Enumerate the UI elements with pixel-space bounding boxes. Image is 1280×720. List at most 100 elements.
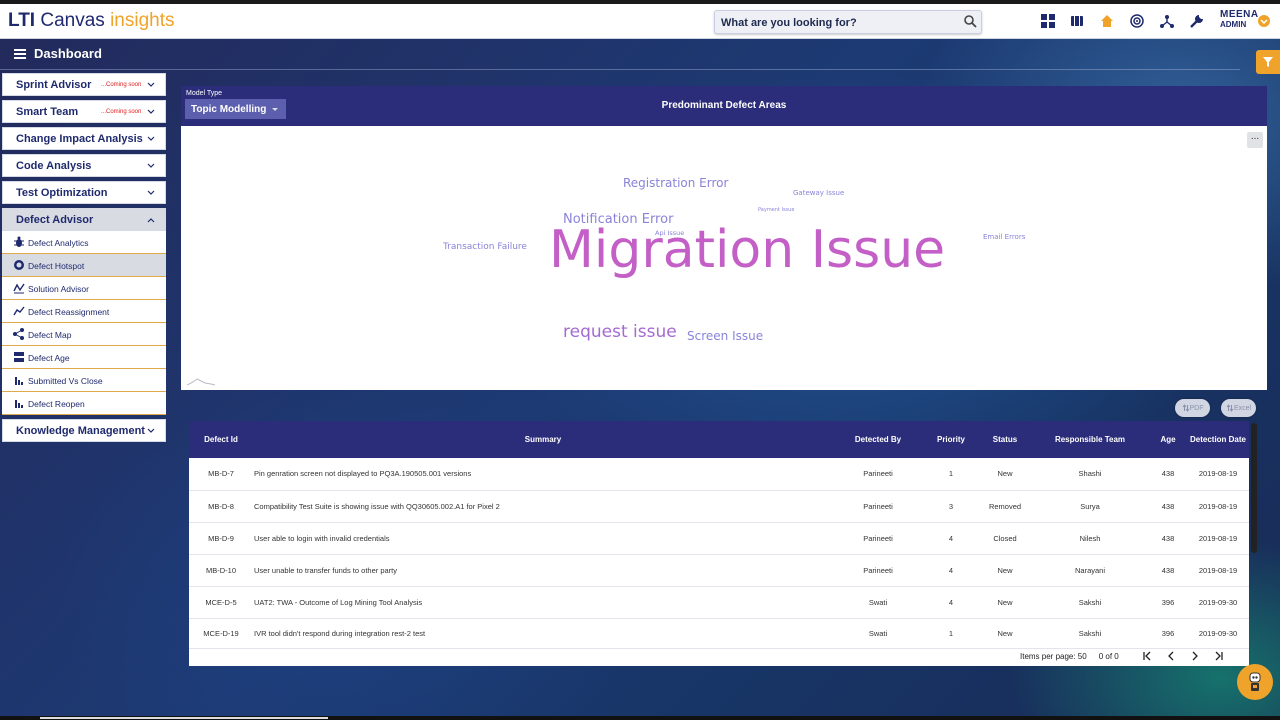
cell-responsible-team: Shashi (1078, 469, 1102, 479)
app-logo[interactable]: LTI Canvas insights (8, 10, 175, 32)
brand-canvas: Canvas (40, 10, 105, 31)
hamburger-menu-icon[interactable] (14, 48, 26, 59)
cell-priority: 4 (948, 565, 954, 575)
search-input[interactable] (719, 13, 963, 33)
chevron-up-icon (147, 218, 155, 223)
table-row[interactable]: MB-D-10 User unable to transfer funds to… (189, 554, 1249, 586)
items-per-page-label: Items per page: 50 (1020, 651, 1087, 661)
more-options-button[interactable]: ... (1247, 132, 1263, 148)
cell-status: New (997, 565, 1013, 575)
cell-priority: 1 (948, 469, 954, 479)
table-row[interactable]: MB-D-9 User able to login with invalid c… (189, 522, 1249, 554)
sidebar-item-label: Change Impact Analysis (16, 133, 143, 145)
column-header[interactable]: Detection Date (1187, 421, 1249, 458)
sidebar-subitem-defect-age[interactable]: Defect Age (2, 346, 166, 369)
sidebar-subitem-label: Solution Advisor (28, 284, 89, 294)
first-page-icon (1143, 651, 1151, 661)
sidebar-subitem-defect-map[interactable]: Defect Map (2, 323, 166, 346)
sidebar-item-test-optimization[interactable]: Test Optimization (2, 181, 166, 204)
export-pdf-button[interactable]: PDF (1175, 399, 1210, 417)
cell-detection-date: 2019-08-19 (1198, 565, 1238, 575)
filter-button[interactable] (1256, 50, 1280, 74)
table-header-row: Defect Id Summary Detected By Priority S… (189, 421, 1249, 458)
chatbot-button[interactable] (1237, 664, 1273, 700)
sidebar-subitem-solution-advisor[interactable]: Solution Advisor (2, 277, 166, 300)
cell-detection-date: 2019-09-30 (1198, 628, 1238, 638)
table-row[interactable]: MB-D-7 Pin genration screen not displaye… (189, 458, 1249, 490)
next-page-button[interactable] (1187, 650, 1203, 662)
sidebar-item-defect-advisor[interactable]: Defect Advisor (2, 208, 166, 231)
sidebar-item-smart-team[interactable]: Smart Team ...Coming soon (2, 100, 166, 123)
cell-defect-id: MB-D-7 (208, 469, 234, 479)
cell-priority: 3 (948, 501, 954, 511)
sidebar-subitem-label: Defect Reopen (28, 399, 85, 409)
network-icon[interactable] (1157, 11, 1177, 31)
sidebar-item-change-impact-analysis[interactable]: Change Impact Analysis (2, 127, 166, 150)
sidebar-item-knowledge-management[interactable]: Knowledge Management (2, 419, 166, 442)
cell-status: Removed (988, 501, 1022, 511)
window-bottom-bar (0, 716, 1280, 720)
chevron-down-icon (147, 163, 155, 168)
sidebar-subitem-defect-reassignment[interactable]: Defect Reassignment (2, 300, 166, 323)
column-header[interactable]: Responsible Team (1031, 421, 1149, 458)
page-range: 0 of 0 (1098, 651, 1119, 661)
cell-status: New (997, 628, 1013, 638)
table-scrollbar[interactable] (1251, 423, 1257, 553)
sidebar-subitem-label: Defect Analytics (28, 238, 89, 248)
sidebar-subitem-submitted-vs-close[interactable]: Submitted Vs Close (2, 369, 166, 392)
table-row[interactable]: MB-D-8 Compatibility Test Suite is showi… (189, 490, 1249, 522)
home-icon[interactable] (1097, 11, 1117, 31)
column-header[interactable]: Defect Id (189, 421, 253, 458)
export-excel-button[interactable]: Excel (1221, 399, 1256, 417)
last-page-button[interactable] (1211, 650, 1227, 662)
sidebar-item-sprint-advisor[interactable]: Sprint Advisor ...Coming soon (2, 73, 166, 96)
sidebar-item-code-analysis[interactable]: Code Analysis (2, 154, 166, 177)
cell-age: 438 (1161, 469, 1175, 479)
search-icon[interactable] (963, 14, 977, 28)
cell-defect-id: MCE-D-19 (203, 628, 239, 638)
dashboard-grid-icon[interactable] (1038, 11, 1058, 31)
previous-page-button[interactable] (1163, 650, 1179, 662)
column-header[interactable]: Priority (923, 421, 979, 458)
coming-soon-badge: ...Coming soon (101, 82, 142, 88)
cell-age: 396 (1161, 597, 1175, 607)
column-header[interactable]: Summary (253, 421, 833, 458)
brand-insights: insights (110, 10, 175, 31)
table-row[interactable]: MCE-D-19 IVR tool didn't respond during … (189, 618, 1249, 648)
cell-status: New (997, 597, 1013, 607)
cell-responsible-team: Narayani (1074, 565, 1105, 575)
cell-summary: Pin genration screen not displayed to PQ… (254, 469, 472, 479)
user-menu[interactable]: MEENA ADMIN (1220, 10, 1259, 30)
column-header[interactable]: Status (979, 421, 1031, 458)
wordcloud-header: Model Type Topic Modelling Predominant D… (181, 86, 1267, 126)
chevron-down-icon (147, 109, 155, 114)
chevron-down-icon (147, 190, 155, 195)
user-name: MEENA (1220, 9, 1259, 20)
target-icon[interactable] (1127, 11, 1147, 31)
sidebar-subitem-defect-analytics[interactable]: Defect Analytics (2, 231, 166, 254)
cell-detected-by: Parineeti (863, 501, 893, 511)
wallet-icon[interactable] (1067, 11, 1087, 31)
share-icon (13, 328, 24, 340)
sidebar-item-label: Defect Advisor (16, 214, 94, 226)
bar-chart-icon (15, 377, 23, 385)
word-request-issue: request issue (563, 322, 677, 342)
cell-defect-id: MB-D-10 (205, 565, 236, 575)
cell-age: 438 (1161, 501, 1175, 511)
table-row[interactable]: MCE-D-5 UAT2: TWA - Outcome of Log Minin… (189, 586, 1249, 618)
user-chevron-icon[interactable] (1258, 15, 1270, 27)
sidebar-subitem-defect-hotspot[interactable]: Defect Hotspot (2, 254, 166, 277)
sidebar-item-label: Smart Team (16, 106, 79, 118)
column-header[interactable]: Detected By (833, 421, 923, 458)
wrench-icon[interactable] (1187, 11, 1207, 31)
cell-responsible-team: Sakshi (1078, 628, 1102, 638)
cell-summary: User unable to transfer funds to other p… (254, 565, 397, 575)
sidebar-subitem-label: Defect Reassignment (28, 307, 110, 317)
column-header[interactable]: Age (1149, 421, 1187, 458)
sidebar-subitem-defect-reopen[interactable]: Defect Reopen (2, 392, 166, 415)
word-api-issue: Api Issue (655, 229, 685, 237)
first-page-button[interactable] (1139, 650, 1155, 662)
sidebar-item-label: Code Analysis (16, 160, 92, 172)
cell-detection-date: 2019-08-19 (1198, 501, 1238, 511)
cell-detection-date: 2019-08-19 (1198, 533, 1238, 543)
